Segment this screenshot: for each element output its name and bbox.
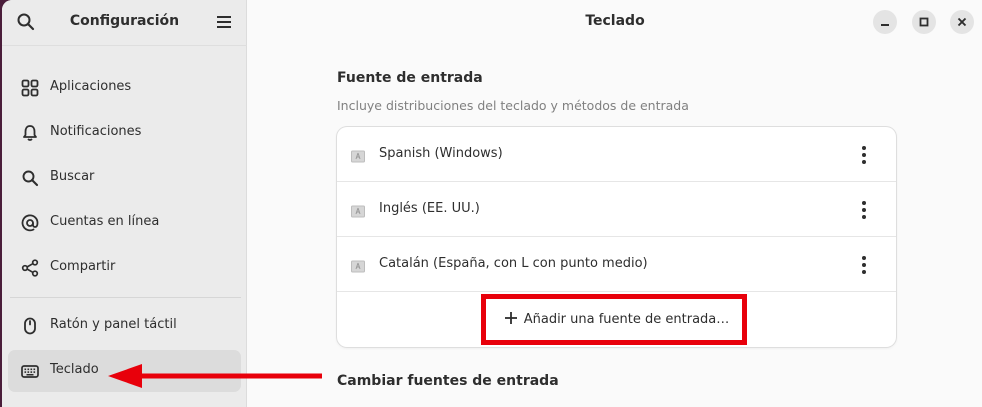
- more-options-icon[interactable]: [853, 199, 875, 221]
- list-item[interactable]: Spanish (Windows): [337, 127, 896, 182]
- maximize-button[interactable]: [912, 10, 936, 34]
- section-subtitle-input-sources: Incluye distribuciones del teclado y mét…: [337, 98, 689, 113]
- sidebar-item-label: Ratón y panel táctil: [50, 317, 177, 332]
- highlight-box: [481, 294, 747, 345]
- sidebar-item-label: Aplicaciones: [50, 79, 132, 94]
- sidebar-item-notificaciones[interactable]: Notificaciones: [8, 112, 241, 154]
- keyboard-icon: [21, 362, 39, 380]
- page-title: Teclado: [585, 13, 645, 29]
- search-icon: [21, 169, 39, 187]
- list-item[interactable]: Catalán (España, con L con punto medio): [337, 237, 896, 292]
- close-icon: [957, 17, 967, 27]
- sidebar: Configuración Aplicaciones Notificacione…: [2, 0, 247, 407]
- input-source-label: Catalán (España, con L con punto medio): [379, 256, 648, 271]
- list-item[interactable]: Inglés (EE. UU.): [337, 182, 896, 237]
- section-title-switch-sources: Cambiar fuentes de entrada: [337, 373, 559, 389]
- sidebar-item-label: Cuentas en línea: [50, 214, 160, 229]
- apps-grid-icon: [21, 79, 39, 97]
- input-source-label: Spanish (Windows): [379, 146, 503, 161]
- minimize-button[interactable]: [873, 10, 897, 34]
- at-icon: [21, 214, 39, 232]
- sidebar-item-label: Teclado: [50, 362, 99, 377]
- sidebar-item-buscar[interactable]: Buscar: [8, 157, 241, 199]
- more-options-icon[interactable]: [853, 254, 875, 276]
- minimize-icon: [881, 24, 889, 26]
- keyboard-layout-icon: [351, 148, 365, 163]
- more-options-icon[interactable]: [853, 144, 875, 166]
- sidebar-item-aplicaciones[interactable]: Aplicaciones: [8, 67, 241, 109]
- mouse-icon: [21, 317, 39, 335]
- sidebar-separator: [10, 297, 241, 298]
- input-source-label: Inglés (EE. UU.): [379, 201, 480, 216]
- sidebar-header: Configuración: [2, 0, 247, 46]
- maximize-icon: [919, 17, 929, 27]
- main-panel: Teclado Fuente de entrada Incluye distri…: [248, 0, 982, 407]
- sidebar-item-teclado[interactable]: Teclado: [8, 350, 241, 392]
- sidebar-item-raton-panel-tactil[interactable]: Ratón y panel táctil: [8, 305, 241, 347]
- bell-icon: [21, 124, 39, 142]
- close-button[interactable]: [950, 10, 974, 34]
- keyboard-layout-icon: [351, 203, 365, 218]
- sidebar-item-cuentas-en-linea[interactable]: Cuentas en línea: [8, 202, 241, 244]
- keyboard-layout-icon: [351, 258, 365, 273]
- share-icon: [21, 259, 39, 277]
- settings-window: Configuración Aplicaciones Notificacione…: [2, 0, 982, 407]
- section-title-input-sources: Fuente de entrada: [337, 70, 483, 86]
- sidebar-item-label: Notificaciones: [50, 124, 142, 139]
- sidebar-item-compartir[interactable]: Compartir: [8, 247, 241, 289]
- hamburger-menu-icon[interactable]: [214, 12, 234, 32]
- sidebar-item-label: Buscar: [50, 169, 95, 184]
- sidebar-item-label: Compartir: [50, 259, 116, 274]
- sidebar-title: Configuración: [69, 13, 180, 29]
